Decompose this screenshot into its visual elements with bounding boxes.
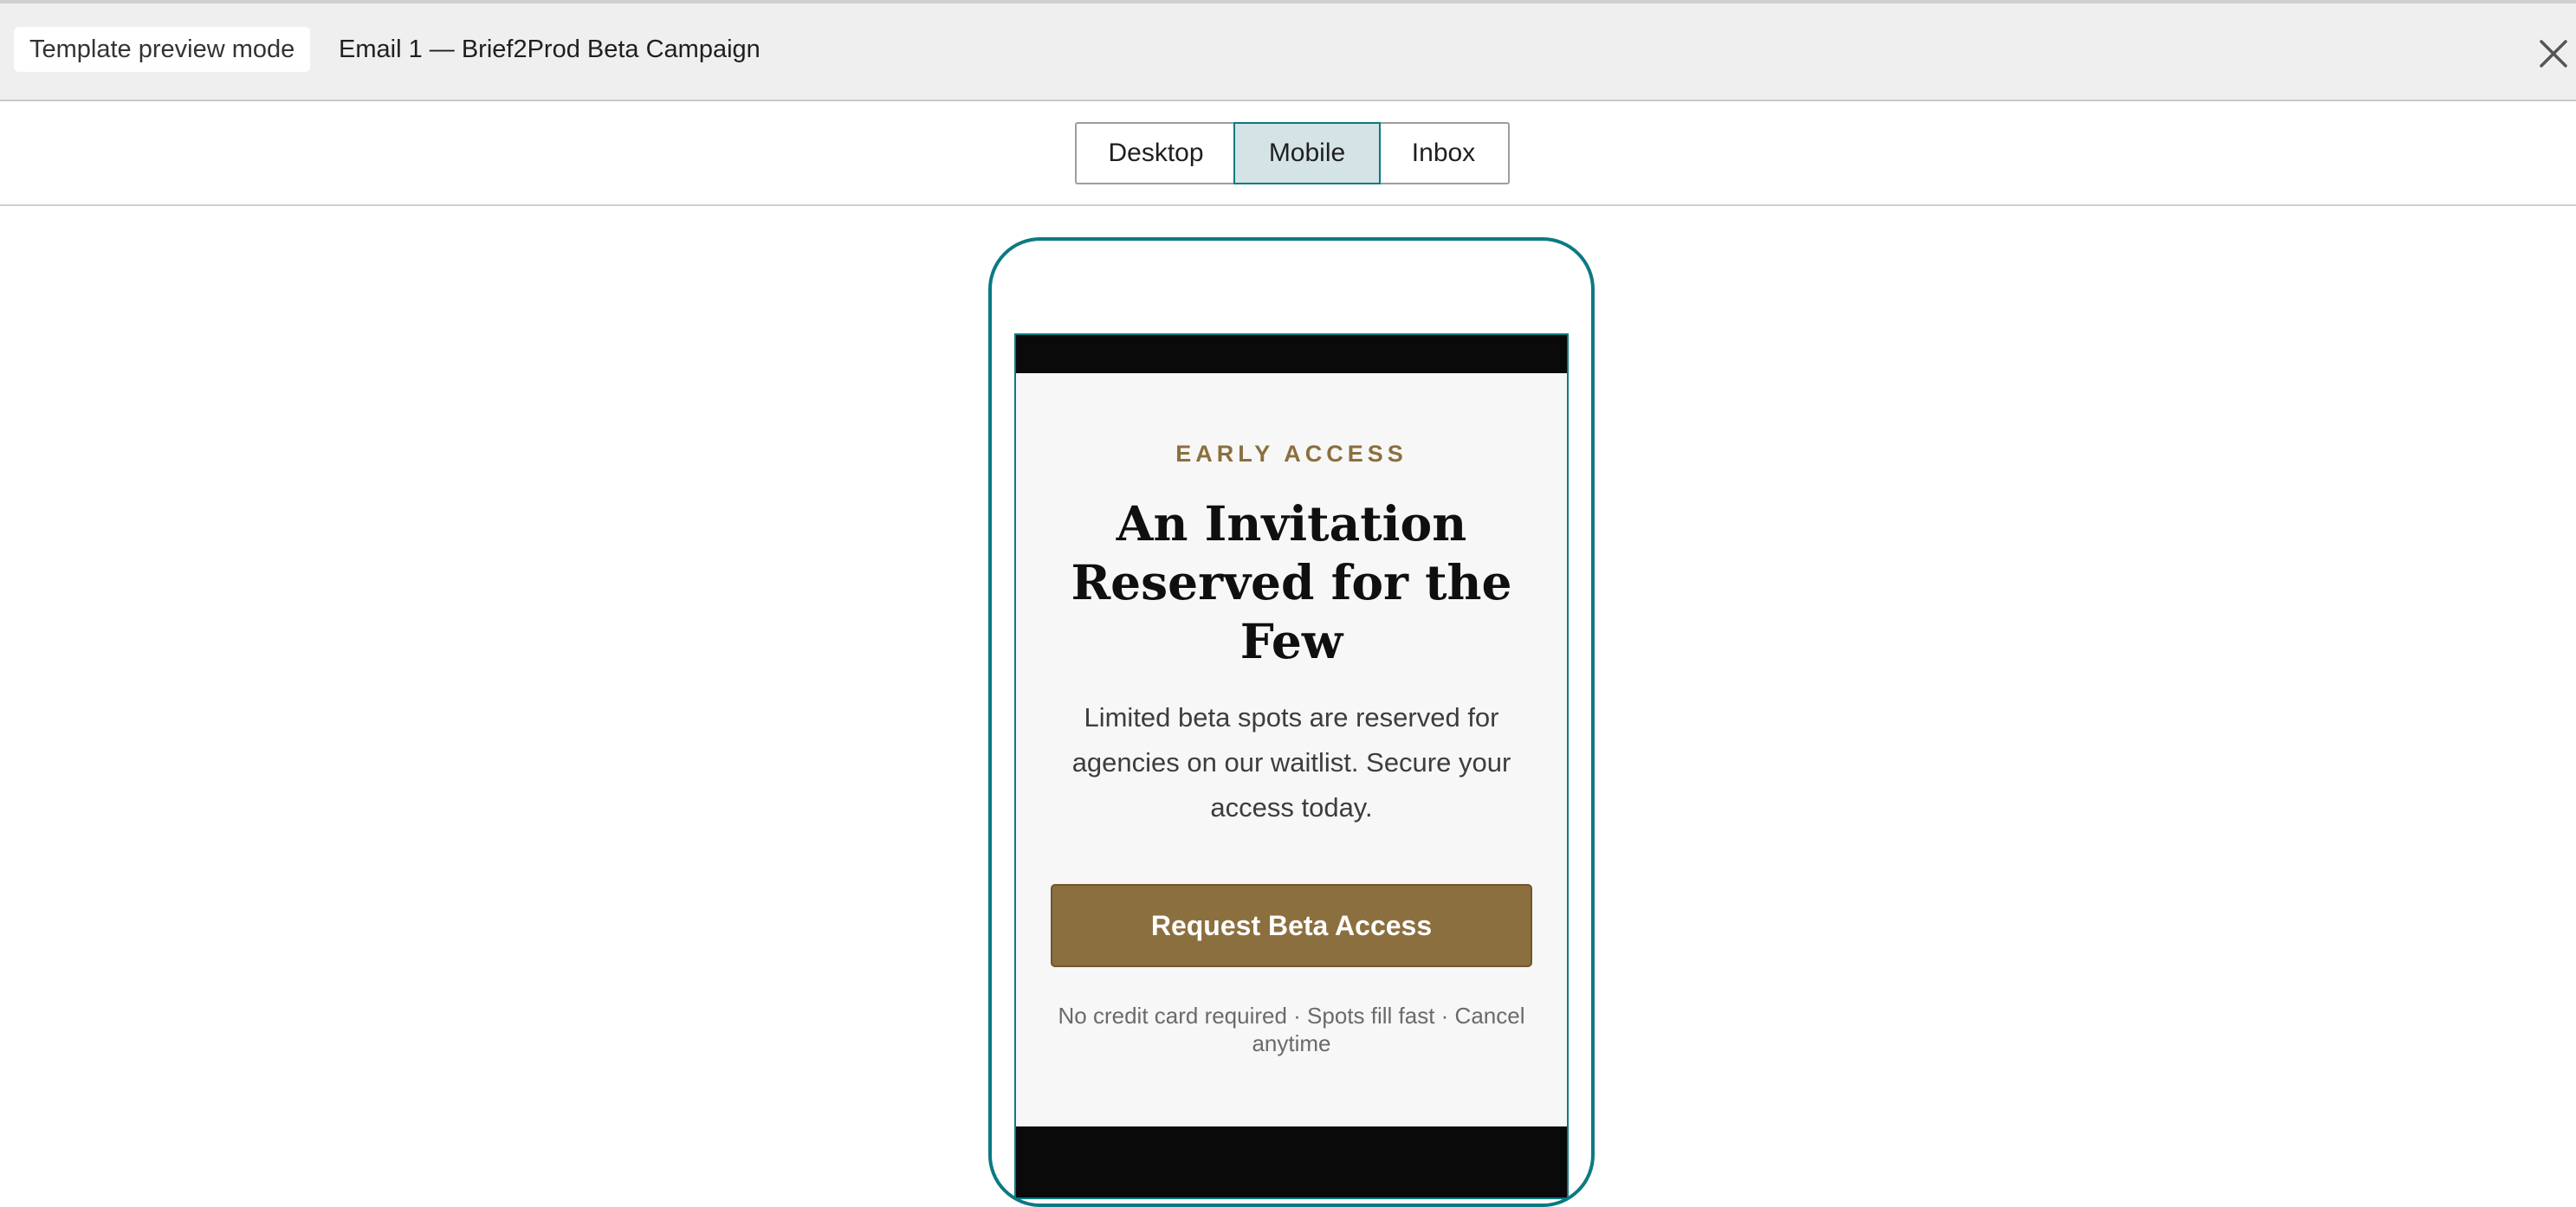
email-headline: An Invitation Reserved for the Few [1071,495,1512,669]
tab-inbox[interactable]: Inbox [1379,124,1508,183]
preview-mode-badge: Template preview mode [14,27,311,72]
email-fineprint: No credit card required · Spots fill fas… [1058,1003,1525,1056]
email-body: Limited beta spots are reserved for agen… [1071,702,1511,823]
close-button[interactable] [2534,35,2573,73]
request-beta-access-button[interactable]: Request Beta Access [1051,884,1532,967]
email-title: Email 1 — Brief2Prod Beta Campaign [339,36,761,63]
view-mode-tabs: Desktop Mobile Inbox [1075,122,1510,184]
tab-mobile[interactable]: Mobile [1233,122,1381,184]
view-mode-bar: Desktop Mobile Inbox [0,101,2576,206]
email-header-band [1016,335,1567,373]
close-icon [2540,40,2567,68]
preview-header: Template preview mode Email 1 — Brief2Pr… [0,0,2576,101]
tab-desktop[interactable]: Desktop [1077,124,1235,183]
email-eyebrow: EARLY ACCESS [1175,441,1408,467]
email-preview: EARLY ACCESS An Invitation Reserved for … [1014,333,1569,1199]
